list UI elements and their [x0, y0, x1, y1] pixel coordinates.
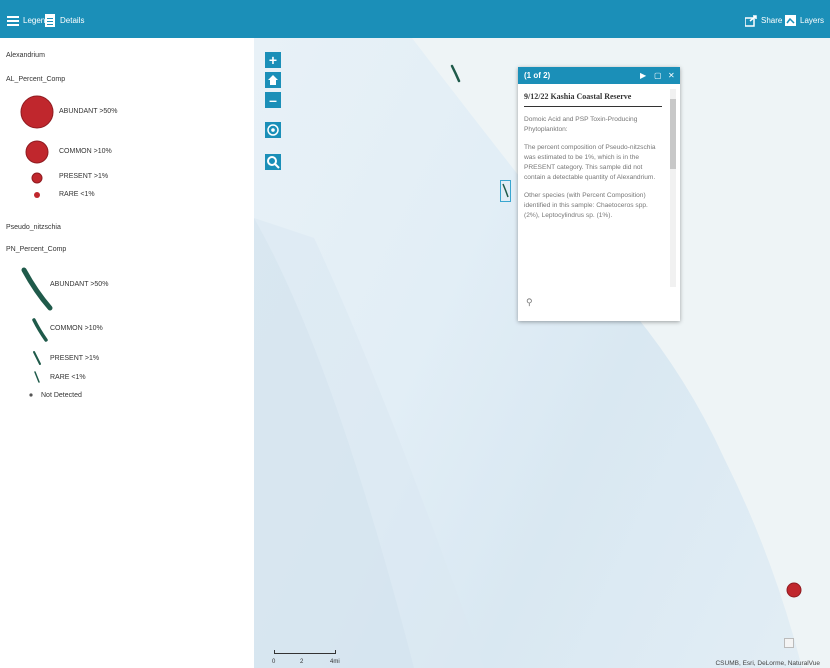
not-detected-symbol: [29, 393, 33, 397]
legend-item-label: Not Detected: [41, 392, 82, 399]
scale-bar: [274, 650, 336, 654]
broken-image-icon: [784, 638, 794, 648]
popup-divider: [524, 106, 662, 107]
scale-label: 0: [272, 659, 276, 665]
legend-panel: Alexandrium AL_Percent_Comp ABUNDANT >50…: [0, 38, 254, 668]
scrollbar-thumb[interactable]: [670, 99, 676, 169]
pn-rare-symbol: [34, 371, 40, 383]
legend-field-name: AL_Percent_Comp: [6, 76, 66, 83]
search-button[interactable]: [265, 154, 281, 170]
legend-item-label: RARE <1%: [59, 191, 95, 198]
popup-paragraph: The percent composition of Pseudo-nitzsc…: [524, 144, 656, 181]
maximize-icon[interactable]: ▢: [654, 71, 662, 80]
legend-item-label: ABUNDANT >50%: [59, 108, 118, 115]
layers-button-label: Layers: [800, 15, 825, 25]
list-icon: [7, 14, 20, 27]
alexandrium-present-symbol: [31, 172, 43, 184]
popup-scrollbar[interactable]: [670, 89, 676, 287]
legend-item-label: COMMON >10%: [50, 325, 103, 332]
layers-button[interactable]: Layers: [784, 12, 824, 28]
popup-count: (1 of 2): [524, 71, 551, 80]
legend-item-label: COMMON >10%: [59, 148, 112, 155]
selected-marker-highlight[interactable]: [500, 180, 511, 202]
popup-title: 9/12/22 Kashia Coastal Reserve: [524, 92, 632, 101]
share-button-label: Share: [761, 15, 783, 25]
top-toolbar: Legend Details Share Layers: [0, 0, 830, 38]
popup-body: Domoic Acid and PSP Toxin-Producing Phyt…: [524, 115, 664, 229]
home-icon: [268, 75, 278, 85]
alexandrium-rare-symbol: [34, 192, 40, 198]
document-icon: [44, 13, 57, 27]
share-button[interactable]: Share: [744, 12, 783, 28]
details-button-label: Details: [60, 15, 85, 25]
alexandrium-marker[interactable]: [784, 580, 804, 600]
feature-popup: (1 of 2) ▶ ▢ ✕ 9/12/22 Kashia Coastal Re…: [518, 67, 680, 321]
popup-paragraph: Domoic Acid and PSP Toxin-Producing Phyt…: [524, 116, 638, 133]
share-icon: [744, 14, 758, 27]
close-icon[interactable]: ✕: [668, 71, 675, 80]
map-view[interactable]: + – (1 of 2) ▶ ▢ ✕ 9/12/22 Kashia Coasta…: [254, 38, 830, 668]
pn-common-symbol: [32, 318, 48, 342]
scale-label: 4mi: [330, 659, 340, 665]
zoom-to-icon[interactable]: ⚲: [526, 297, 533, 308]
scale-label: 2: [300, 659, 304, 665]
zoom-in-button[interactable]: +: [265, 52, 281, 68]
popup-header: (1 of 2) ▶ ▢ ✕: [518, 67, 680, 84]
legend-section-title: Pseudo_nitzschia: [6, 224, 61, 231]
popup-paragraph: Other species (with Percent Composition)…: [524, 192, 648, 219]
legend-field-name: PN_Percent_Comp: [6, 246, 67, 253]
pn-abundant-symbol: [21, 267, 53, 311]
legend-item-label: PRESENT >1%: [59, 173, 109, 180]
pseudo-nitzschia-marker[interactable]: [449, 64, 463, 84]
locate-button[interactable]: [265, 122, 281, 138]
details-button[interactable]: Details: [44, 12, 84, 28]
legend-item-label: RARE <1%: [50, 374, 86, 381]
alexandrium-abundant-symbol: [20, 95, 54, 129]
pn-present-symbol: [33, 351, 41, 365]
home-button[interactable]: [265, 72, 281, 88]
alexandrium-common-symbol: [25, 140, 49, 164]
zoom-out-button[interactable]: –: [265, 92, 281, 108]
map-attribution: CSUMB, Esri, DeLorme, NaturalVue: [715, 660, 820, 667]
layers-icon: [784, 14, 797, 27]
legend-item-label: PRESENT >1%: [50, 355, 100, 362]
search-icon: [267, 156, 280, 169]
legend-item-label: ABUNDANT >50%: [50, 281, 109, 288]
locate-icon: [267, 124, 279, 136]
legend-section-title: Alexandrium: [6, 52, 45, 59]
next-feature-icon[interactable]: ▶: [640, 71, 646, 80]
